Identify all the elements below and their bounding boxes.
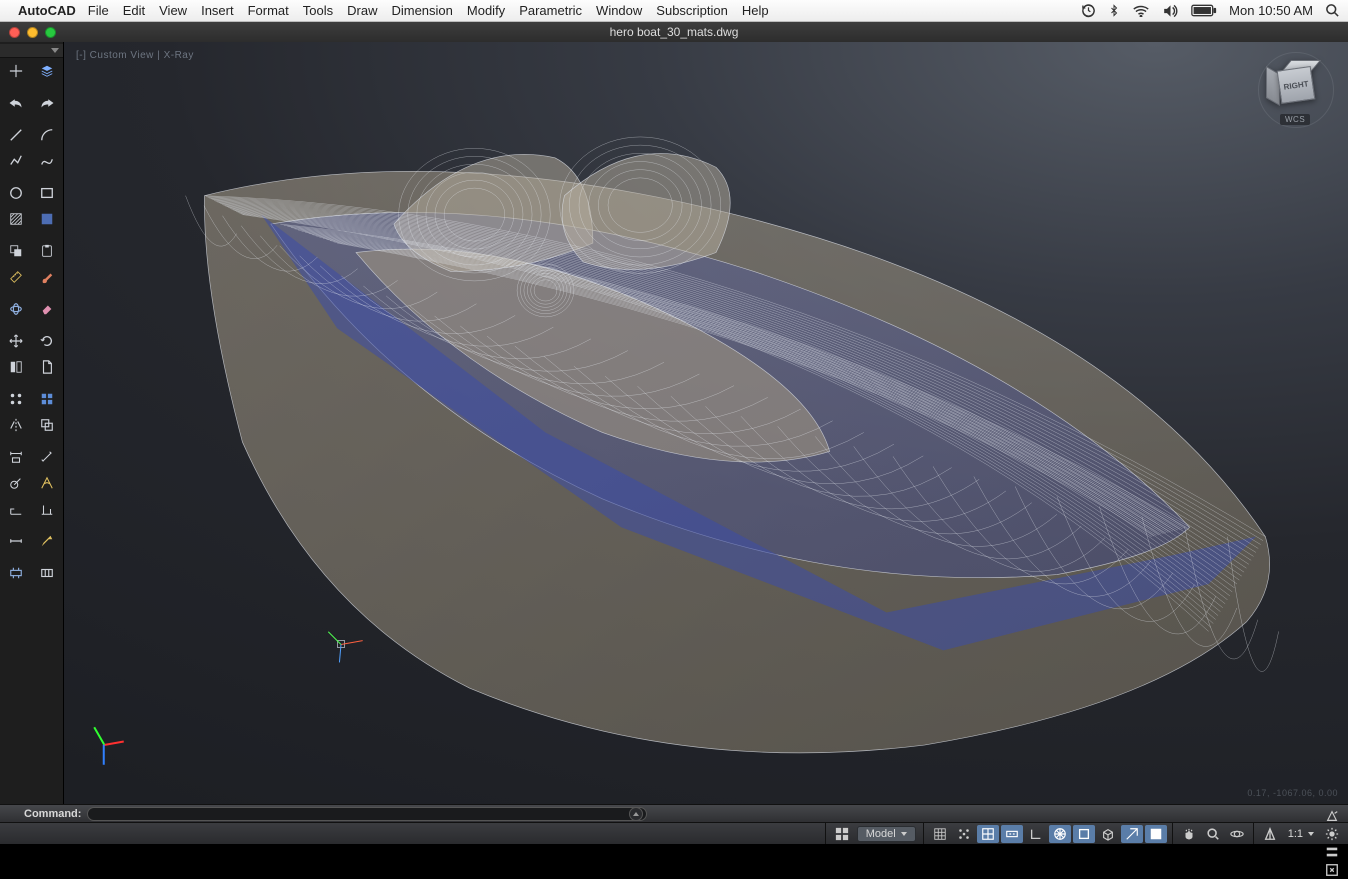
rotate3d-icon[interactable] <box>0 296 32 322</box>
dim-radius-icon[interactable] <box>0 470 32 496</box>
menu-modify[interactable]: Modify <box>467 3 505 18</box>
drawing-viewport[interactable]: [-] Custom View | X-Ray RIGHT WCS <box>64 42 1348 804</box>
annotation-scale-icon[interactable] <box>1259 825 1281 843</box>
gradient-icon[interactable] <box>32 206 64 232</box>
cursor-coordinates: 0.17, -1067.06, 0.00 <box>1247 788 1338 798</box>
volume-icon[interactable] <box>1162 4 1179 18</box>
command-history-button[interactable] <box>629 807 643 821</box>
status-polar-tracking[interactable] <box>1049 825 1071 843</box>
status-osnap[interactable] <box>1073 825 1095 843</box>
palette-collapse-button[interactable] <box>0 44 63 58</box>
window-titlebar: hero boat_30_mats.dwg <box>0 22 1348 42</box>
mac-menubar: AutoCAD File Edit View Insert Format Tools Dra… <box>0 0 1348 22</box>
status-bar: Model 1:1 <box>0 822 1348 844</box>
status-workspace-icon[interactable] <box>1321 825 1343 843</box>
rectangle-icon[interactable] <box>32 180 64 206</box>
brush-icon[interactable] <box>32 264 64 290</box>
cursor-icon[interactable] <box>0 58 32 84</box>
status-grid-display[interactable] <box>929 825 951 843</box>
layers-icon[interactable] <box>32 58 64 84</box>
page-icon[interactable] <box>32 354 64 380</box>
menu-insert[interactable]: Insert <box>201 3 234 18</box>
undo-icon[interactable] <box>0 90 32 116</box>
scale-properties-icon[interactable] <box>0 354 32 380</box>
annotation-scale-selector[interactable]: 1:1 <box>1282 828 1320 840</box>
menu-view[interactable]: View <box>159 3 187 18</box>
measure-icon[interactable] <box>0 264 32 290</box>
status-zoom-icon[interactable] <box>1202 825 1224 843</box>
menu-window[interactable]: Window <box>596 3 642 18</box>
mirror-icon[interactable] <box>0 412 32 438</box>
circle-icon[interactable] <box>0 180 32 206</box>
status-infer-constraints[interactable] <box>977 825 999 843</box>
status-pan-icon[interactable] <box>1178 825 1200 843</box>
document-title: hero boat_30_mats.dwg <box>0 25 1348 39</box>
status-otrack[interactable] <box>1121 825 1143 843</box>
command-bar: Command: <box>0 804 1348 822</box>
dim-ordinate-icon[interactable] <box>0 496 32 522</box>
menu-file[interactable]: File <box>88 3 109 18</box>
group-icon[interactable] <box>0 386 32 412</box>
command-label: Command: <box>24 808 81 820</box>
menu-draw[interactable]: Draw <box>347 3 377 18</box>
stretch-icon[interactable] <box>0 560 32 586</box>
paste-icon[interactable] <box>32 238 64 264</box>
model-boat-wireframe <box>114 82 1318 764</box>
menu-edit[interactable]: Edit <box>123 3 145 18</box>
menu-format[interactable]: Format <box>248 3 289 18</box>
status-clean-screen-icon[interactable] <box>1321 861 1343 879</box>
status-snap-mode[interactable] <box>953 825 975 843</box>
wifi-icon[interactable] <box>1132 4 1150 17</box>
window-minimize-button[interactable] <box>27 27 38 38</box>
polyline-icon[interactable] <box>0 148 32 174</box>
hatch-icon[interactable] <box>0 206 32 232</box>
time-machine-icon[interactable] <box>1081 3 1096 18</box>
menu-dimension[interactable]: Dimension <box>391 3 452 18</box>
leader-icon[interactable] <box>32 528 64 554</box>
status-ortho-mode[interactable] <box>1025 825 1047 843</box>
window-zoom-button[interactable] <box>45 27 56 38</box>
move-icon[interactable] <box>0 328 32 354</box>
status-dynamic-ucs[interactable] <box>1145 825 1167 843</box>
bluetooth-icon[interactable] <box>1108 3 1120 18</box>
command-input[interactable] <box>87 807 647 821</box>
status-dynamic-input[interactable] <box>1001 825 1023 843</box>
ucs-icon[interactable] <box>86 724 128 766</box>
line-icon[interactable] <box>0 122 32 148</box>
offset-icon[interactable] <box>32 412 64 438</box>
dim-aligned-icon[interactable] <box>32 444 64 470</box>
dim-linear-icon[interactable] <box>0 444 32 470</box>
menu-help[interactable]: Help <box>742 3 769 18</box>
menu-subscription[interactable]: Subscription <box>656 3 728 18</box>
status-customize-icon[interactable] <box>1321 843 1343 861</box>
status-orbit-icon[interactable] <box>1226 825 1248 843</box>
tool-palette <box>0 42 64 804</box>
battery-icon[interactable] <box>1191 4 1217 17</box>
status-3d-osnap[interactable] <box>1097 825 1119 843</box>
menubar-clock[interactable]: Mon 10:50 AM <box>1229 3 1313 18</box>
viewport-label[interactable]: [-] Custom View | X-Ray <box>76 50 194 61</box>
erase-icon[interactable] <box>32 296 64 322</box>
app-name[interactable]: AutoCAD <box>18 3 76 18</box>
copy-icon[interactable] <box>0 238 32 264</box>
grid4-icon[interactable] <box>32 386 64 412</box>
dim-arc-icon[interactable] <box>32 496 64 522</box>
rotate-icon[interactable] <box>32 328 64 354</box>
spotlight-icon[interactable] <box>1325 3 1340 18</box>
status-annotation-auto-icon[interactable] <box>1321 807 1343 825</box>
model-space-icon[interactable] <box>831 825 853 843</box>
menu-parametric[interactable]: Parametric <box>519 3 582 18</box>
spline-icon[interactable] <box>32 148 64 174</box>
text-icon[interactable] <box>0 528 32 554</box>
redo-icon[interactable] <box>32 90 64 116</box>
arc-icon[interactable] <box>32 122 64 148</box>
model-tab-selector[interactable]: Model <box>857 826 916 842</box>
menu-tools[interactable]: Tools <box>303 3 333 18</box>
window-close-button[interactable] <box>9 27 20 38</box>
trim-icon[interactable] <box>32 560 64 586</box>
dim-angular-icon[interactable] <box>32 470 64 496</box>
